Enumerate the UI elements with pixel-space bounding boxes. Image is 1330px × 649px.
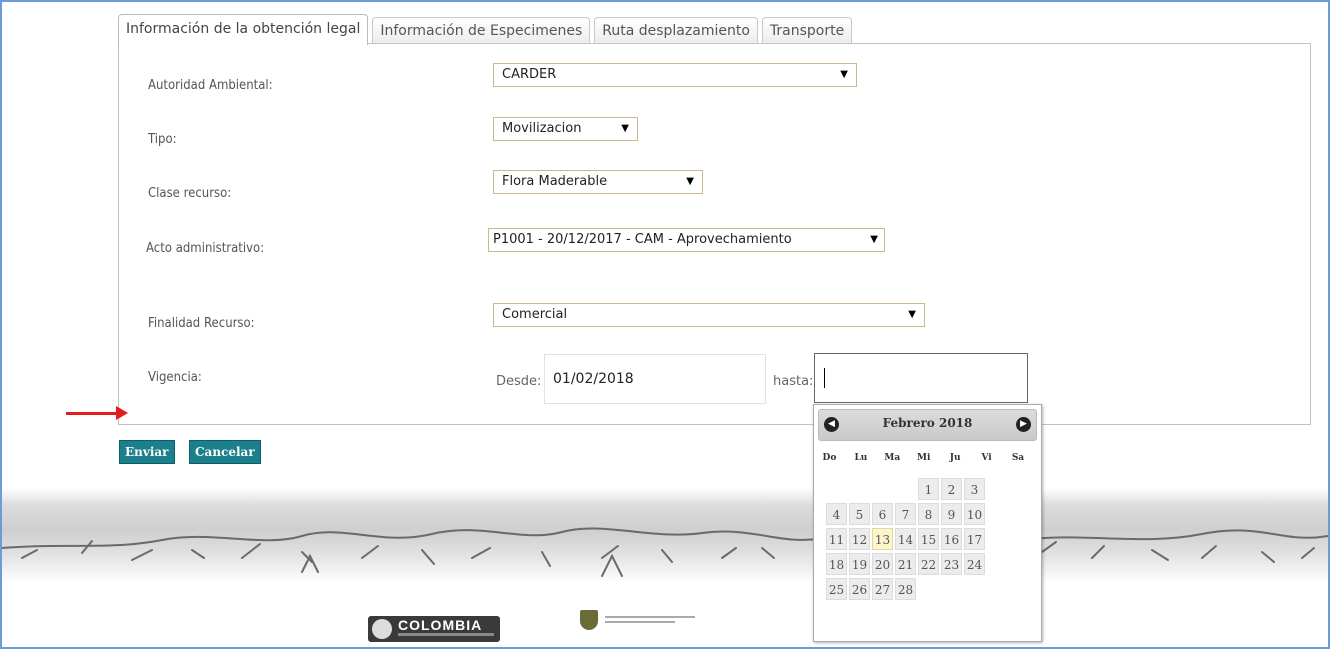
cancel-button[interactable]: Cancelar xyxy=(189,440,261,464)
clase-recurso-value: Flora Maderable xyxy=(502,174,608,189)
datepicker-day[interactable]: 1 xyxy=(918,478,939,500)
weekday-label: Mi xyxy=(917,453,931,463)
text-caret xyxy=(824,368,825,388)
datepicker-popup: ◀ Febrero 2018 ▶ Do Lu Ma Mi Ju Vi Sa 12345678… xyxy=(813,404,1042,642)
datepicker-day[interactable]: 8 xyxy=(918,503,939,525)
datepicker-day[interactable]: 14 xyxy=(895,528,916,550)
datepicker-day[interactable]: 25 xyxy=(826,578,847,600)
weekday-label: Ju xyxy=(949,453,961,463)
datepicker-empty-cell xyxy=(918,578,939,600)
tab-ruta-desplazamiento[interactable]: Ruta desplazamiento xyxy=(594,17,758,44)
autoridad-ambiental-label: Autoridad Ambiental: xyxy=(148,78,273,93)
weekday-label: Sa xyxy=(1011,453,1025,463)
tipo-value: Movilizacion xyxy=(502,121,582,136)
datepicker-day[interactable]: 12 xyxy=(849,528,870,550)
weekday-label: Ma xyxy=(884,453,901,463)
datepicker-day[interactable]: 18 xyxy=(826,553,847,575)
autoridad-ambiental-select[interactable]: CARDER ▼ xyxy=(493,63,857,87)
datepicker-day[interactable]: 17 xyxy=(964,528,985,550)
datepicker-day[interactable]: 27 xyxy=(872,578,893,600)
tab-bar: Información de la obtención legal Inform… xyxy=(118,14,856,45)
weekday-header: Do Lu Ma Mi Ju Vi Sa xyxy=(818,453,1038,463)
datepicker-empty-cell xyxy=(872,478,893,500)
datepicker-week-row: 18 19 20 21 22 23 24 xyxy=(826,553,987,575)
dropdown-arrow-icon: ▼ xyxy=(621,123,629,134)
datepicker-week-row: 11 12 13 14 15 16 17 xyxy=(826,528,987,550)
desde-date-input[interactable]: 01/02/2018 xyxy=(544,354,766,404)
datepicker-day[interactable]: 10 xyxy=(964,503,985,525)
datepicker-empty-cell xyxy=(941,578,962,600)
datepicker-day[interactable]: 26 xyxy=(849,578,870,600)
datepicker-day-grid: 1 2 3 4 5 6 7 8 9 10 11 12 13 14 15 16 17 18 19 20 21 22 23 24 2… xyxy=(826,478,987,603)
datepicker-day[interactable]: 22 xyxy=(918,553,939,575)
tab-informacion-especimenes[interactable]: Información de Especimenes xyxy=(372,17,591,44)
acto-administrativo-label: Acto administrativo: xyxy=(146,241,265,256)
ministry-logo xyxy=(580,610,695,630)
clase-recurso-select[interactable]: Flora Maderable ▼ xyxy=(493,170,703,194)
datepicker-day[interactable]: 15 xyxy=(918,528,939,550)
datepicker-empty-cell xyxy=(826,478,847,500)
mountain-sketch-graphic xyxy=(2,527,1328,577)
desde-label: Desde: xyxy=(496,374,542,389)
coat-of-arms-icon xyxy=(372,619,392,639)
datepicker-day[interactable]: 4 xyxy=(826,503,847,525)
datepicker-day[interactable]: 19 xyxy=(849,553,870,575)
datepicker-month-title: Febrero 2018 xyxy=(882,416,973,430)
datepicker-empty-cell xyxy=(895,478,916,500)
datepicker-day[interactable]: 2 xyxy=(941,478,962,500)
dropdown-arrow-icon: ▼ xyxy=(686,176,694,187)
autoridad-ambiental-value: CARDER xyxy=(502,67,557,82)
finalidad-recurso-value: Comercial xyxy=(502,307,568,322)
colombia-logo-text: COLOMBIA xyxy=(398,617,483,633)
datepicker-day[interactable]: 23 xyxy=(941,553,962,575)
datepicker-empty-cell xyxy=(964,578,985,600)
footer-mountain-banner xyxy=(2,488,1328,583)
hasta-label: hasta: xyxy=(773,374,814,389)
clase-recurso-label: Clase recurso: xyxy=(148,186,232,201)
datepicker-day[interactable]: 24 xyxy=(964,553,985,575)
dropdown-arrow-icon: ▼ xyxy=(840,69,848,80)
finalidad-recurso-label: Finalidad Recurso: xyxy=(148,316,255,331)
vigencia-label: Vigencia: xyxy=(148,370,202,385)
weekday-label: Vi xyxy=(981,453,992,463)
red-arrow-annotation xyxy=(66,406,128,420)
finalidad-recurso-select[interactable]: Comercial ▼ xyxy=(493,303,925,327)
ministry-shield-icon xyxy=(580,610,598,630)
datepicker-header: ◀ Febrero 2018 ▶ xyxy=(818,409,1037,441)
datepicker-day[interactable]: 7 xyxy=(895,503,916,525)
datepicker-week-row: 25 26 27 28 xyxy=(826,578,987,600)
next-month-icon[interactable]: ▶ xyxy=(1016,417,1031,432)
datepicker-day[interactable]: 21 xyxy=(895,553,916,575)
weekday-label: Lu xyxy=(854,453,868,463)
datepicker-week-row: 4 5 6 7 8 9 10 xyxy=(826,503,987,525)
colombia-logo: COLOMBIA xyxy=(368,616,500,642)
hasta-date-input[interactable] xyxy=(814,353,1028,403)
tab-informacion-obtencion-legal[interactable]: Información de la obtención legal xyxy=(118,14,369,45)
dropdown-arrow-icon: ▼ xyxy=(870,234,878,245)
datepicker-day[interactable]: 28 xyxy=(895,578,916,600)
datepicker-day[interactable]: 5 xyxy=(849,503,870,525)
datepicker-day[interactable]: 3 xyxy=(964,478,985,500)
datepicker-day[interactable]: 16 xyxy=(941,528,962,550)
submit-button[interactable]: Enviar xyxy=(119,440,175,464)
datepicker-empty-cell xyxy=(849,478,870,500)
dropdown-arrow-icon: ▼ xyxy=(908,309,916,320)
acto-administrativo-value: P1001 - 20/12/2017 - CAM - Aprovechamien… xyxy=(493,232,792,247)
tab-transporte[interactable]: Transporte xyxy=(761,17,853,44)
acto-administrativo-select[interactable]: P1001 - 20/12/2017 - CAM - Aprovechamien… xyxy=(488,228,885,252)
datepicker-day[interactable]: 13 xyxy=(872,528,893,550)
datepicker-day[interactable]: 11 xyxy=(826,528,847,550)
weekday-label: Do xyxy=(822,453,837,463)
tipo-label: Tipo: xyxy=(148,132,177,147)
tipo-select[interactable]: Movilizacion ▼ xyxy=(493,117,638,141)
logo-subtitle-line xyxy=(398,633,494,636)
ministry-text-lines xyxy=(605,616,695,626)
datepicker-week-row: 123 xyxy=(826,478,987,500)
datepicker-day[interactable]: 20 xyxy=(872,553,893,575)
datepicker-day[interactable]: 9 xyxy=(941,503,962,525)
datepicker-day[interactable]: 6 xyxy=(872,503,893,525)
